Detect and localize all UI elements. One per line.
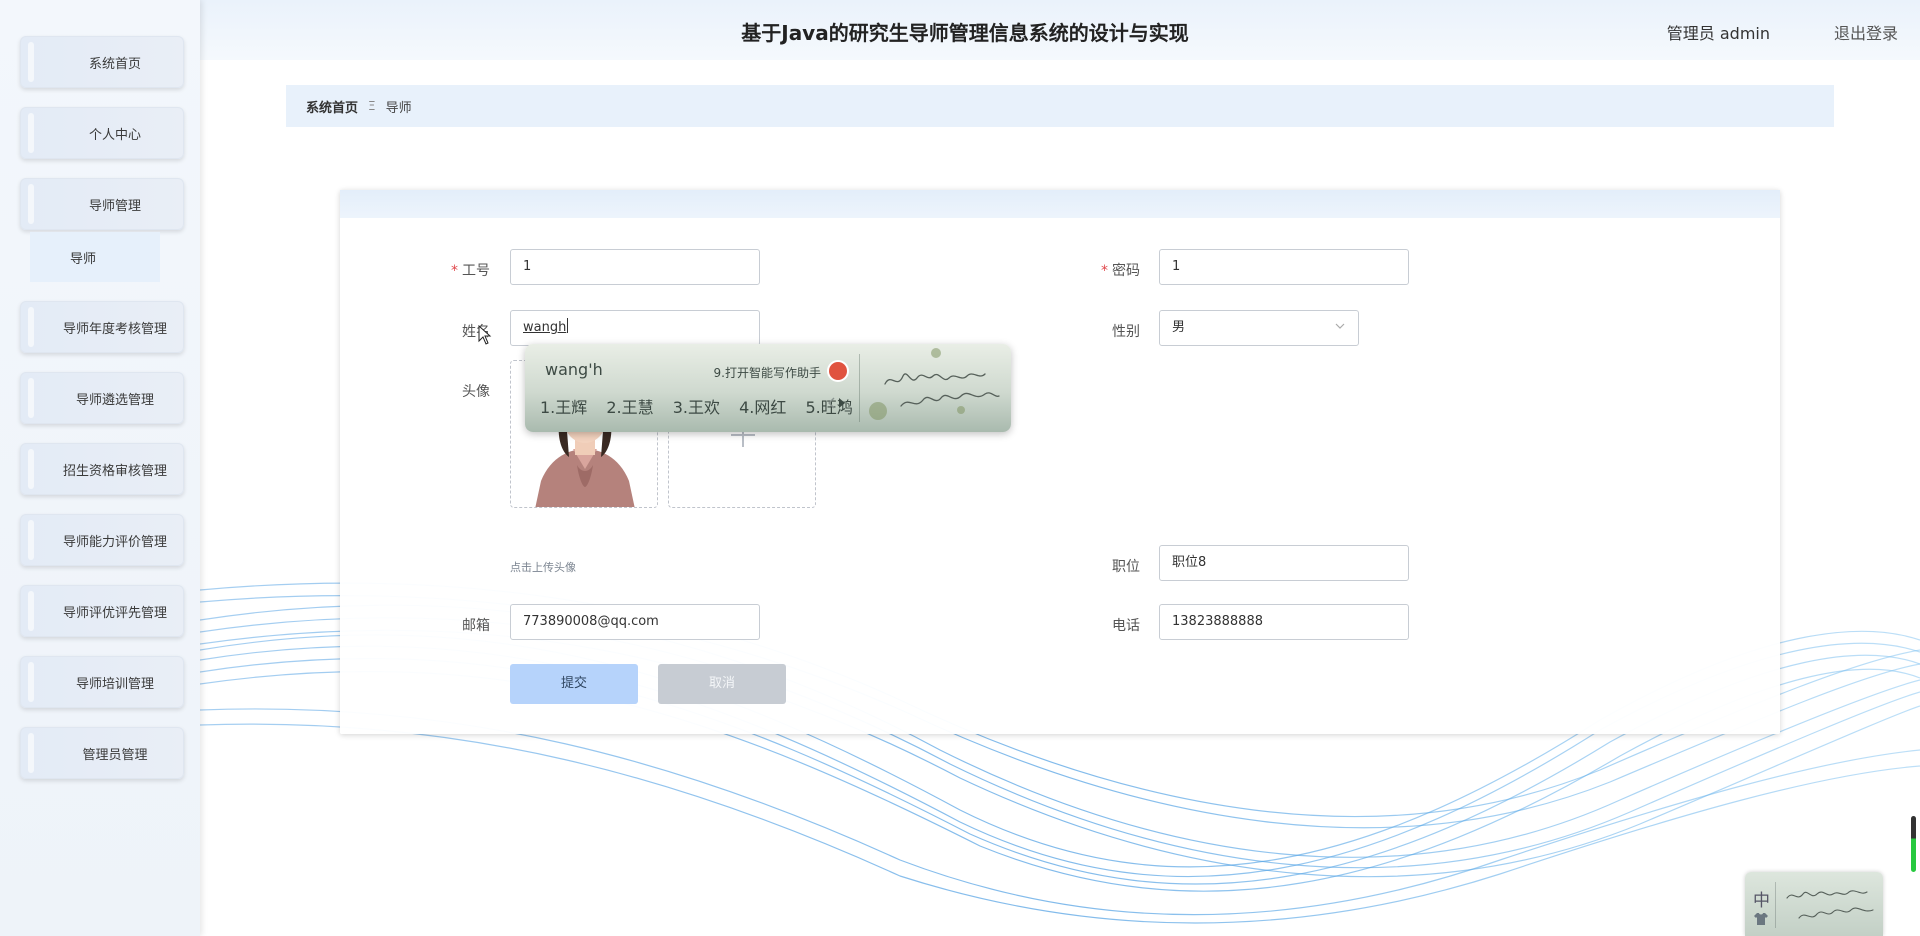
sidebar-item-home[interactable]: 系统首页 [20, 36, 184, 88]
email-input[interactable]: 773890008@qq.com [510, 604, 760, 640]
breadcrumb-current: 导师 [385, 100, 412, 116]
sidebar-item-tutor-selection[interactable]: 导师遴选管理 [20, 372, 184, 424]
gender-selected-value: 男 [1172, 320, 1186, 335]
ime-toolbar-artwork [1786, 890, 1874, 919]
gender-label: 性别 [1112, 324, 1140, 340]
form-card-header [340, 190, 1780, 218]
sidebar-item-label: 导师管理 [88, 198, 141, 214]
sidebar-item-label: 导师培训管理 [75, 676, 154, 692]
ime-page-arrows-icon[interactable] [827, 396, 847, 410]
sidebar-item-label: 导师遴选管理 [75, 392, 154, 408]
sidebar-item-label: 招生资格审核管理 [62, 463, 167, 479]
ime-mode-indicator[interactable]: 中 [1753, 886, 1770, 911]
sidebar: 系统首页 个人中心 导师管理 导师 导师年度考核管理 导师遴选管理 招生资格审核… [0, 0, 200, 936]
sidebar-item-tutor-management[interactable]: 导师管理 [20, 178, 184, 230]
ime-candidate-panel: wang'h 9.打开智能写作助手 1.王辉 2.王慧 3.王欢 4.网红 5.… [525, 344, 859, 432]
sidebar-item-ability-evaluation[interactable]: 导师能力评价管理 [20, 514, 184, 566]
gender-select[interactable]: 男 [1159, 310, 1359, 346]
ime-candidate-list: 1.王辉 2.王慧 3.王欢 4.网红 5.旺鸿 [540, 394, 867, 418]
position-input[interactable]: 职位8 [1159, 545, 1409, 581]
sidebar-subitem-label: 导师 [70, 251, 97, 267]
phone-label: 电话 [1112, 618, 1140, 634]
name-input[interactable]: wangh [510, 310, 760, 346]
header: 基于Java的研究生导师管理信息系统的设计与实现 管理员 admin 退出登录 [200, 0, 1920, 60]
breadcrumb-home[interactable]: 系统首页 [306, 97, 358, 116]
ime-skin-icon[interactable] [1753, 912, 1769, 926]
sidebar-item-label: 个人中心 [88, 127, 141, 143]
sidebar-item-personal-center[interactable]: 个人中心 [20, 107, 184, 159]
current-user: 管理员 admin [1666, 24, 1770, 43]
ime-candidate-popup: wang'h 9.打开智能写作助手 1.王辉 2.王慧 3.王欢 4.网红 5.… [525, 344, 1011, 432]
breadcrumb: 系统首页 Ξ 导师 [286, 85, 1834, 127]
ime-toolbar[interactable]: 中 [1745, 872, 1883, 936]
job-no-input[interactable]: 1 [510, 249, 760, 285]
tutor-form: * 工号 1 * 密码 1 姓名 wangh 性别 男 头像 点击上传头像 职位… [340, 190, 1780, 734]
cancel-button[interactable]: 取消 [658, 664, 786, 704]
phone-input[interactable]: 13823888888 [1159, 604, 1409, 640]
logout-link[interactable]: 退出登录 [1834, 20, 1898, 44]
sidebar-item-label: 导师评优评先管理 [62, 605, 167, 621]
sidebar-item-label: 导师能力评价管理 [62, 534, 167, 550]
sidebar-subitem-tutor[interactable]: 导师 [30, 232, 160, 282]
required-mark: * [1101, 263, 1108, 279]
sidebar-item-annual-assessment[interactable]: 导师年度考核管理 [20, 301, 184, 353]
sidebar-item-excellence-evaluation[interactable]: 导师评优评先管理 [20, 585, 184, 637]
page-title: 基于Java的研究生导师管理信息系统的设计与实现 [741, 21, 1189, 45]
ime-candidate[interactable]: 2.王慧 [606, 398, 653, 417]
ime-toolbar-divider [1775, 882, 1776, 928]
mouse-cursor-icon [478, 325, 492, 345]
sidebar-item-label: 导师年度考核管理 [62, 321, 167, 337]
sidebar-item-label: 管理员管理 [82, 747, 148, 763]
chevron-down-icon [1335, 323, 1345, 329]
position-label: 职位 [1112, 559, 1140, 575]
required-mark: * [451, 263, 458, 279]
scroll-indicator [1911, 816, 1916, 872]
ime-candidate[interactable]: 1.王辉 [540, 398, 587, 417]
ime-candidate[interactable]: 4.网红 [739, 398, 786, 417]
password-label: * 密码 [1101, 263, 1140, 279]
sidebar-item-label: 系统首页 [88, 56, 141, 72]
text-caret [567, 318, 569, 333]
password-input[interactable]: 1 [1159, 249, 1409, 285]
avatar-upload-hint: 点击上传头像 [510, 561, 576, 574]
name-input-value: wangh [523, 320, 567, 335]
ime-skin-decoration [861, 344, 1011, 432]
app-window: 系统首页 个人中心 导师管理 导师 导师年度考核管理 导师遴选管理 招生资格审核… [0, 0, 1920, 936]
ime-skin-artwork [884, 373, 1000, 407]
sidebar-item-admin-management[interactable]: 管理员管理 [20, 727, 184, 779]
ime-writing-assistant[interactable]: 9.打开智能写作助手 [714, 364, 821, 381]
ime-pinyin-composition: wang'h [545, 360, 603, 379]
email-label: 邮箱 [462, 618, 490, 634]
ime-divider [859, 354, 860, 422]
ime-candidate[interactable]: 3.王欢 [673, 398, 720, 417]
avatar-label: 头像 [462, 384, 490, 400]
submit-button[interactable]: 提交 [510, 664, 638, 704]
sidebar-item-enrollment-review[interactable]: 招生资格审核管理 [20, 443, 184, 495]
ime-assistant-icon[interactable] [829, 362, 847, 380]
breadcrumb-separator-icon: Ξ [368, 99, 376, 113]
job-no-label: * 工号 [451, 263, 490, 279]
sidebar-item-training-management[interactable]: 导师培训管理 [20, 656, 184, 708]
